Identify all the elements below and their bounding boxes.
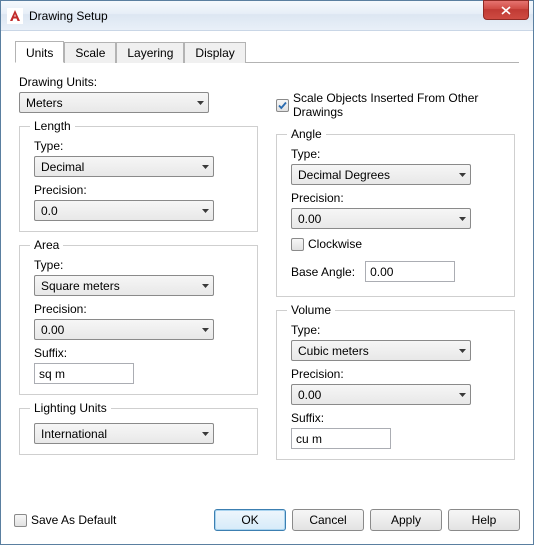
save-default-checkbox[interactable] bbox=[14, 514, 27, 527]
lighting-units-value: International bbox=[41, 427, 107, 441]
scale-insert-label: Scale Objects Inserted From Other Drawin… bbox=[293, 91, 515, 119]
volume-type-value: Cubic meters bbox=[298, 344, 369, 358]
titlebar: Drawing Setup bbox=[1, 1, 533, 31]
right-column: Scale Objects Inserted From Other Drawin… bbox=[276, 73, 515, 464]
area-type-select[interactable]: Square meters bbox=[34, 275, 214, 296]
clockwise-row: Clockwise bbox=[291, 237, 504, 251]
chevron-down-icon bbox=[201, 429, 210, 438]
area-precision-label: Precision: bbox=[34, 302, 247, 316]
angle-precision-select[interactable]: 0.00 bbox=[291, 208, 471, 229]
length-precision-value: 0.0 bbox=[41, 204, 58, 218]
chevron-down-icon bbox=[201, 162, 210, 171]
tabbar: Units Scale Layering Display bbox=[15, 41, 519, 63]
length-type-value: Decimal bbox=[41, 160, 84, 174]
apply-button[interactable]: Apply bbox=[370, 509, 442, 531]
clockwise-checkbox[interactable] bbox=[291, 238, 304, 251]
chevron-down-icon bbox=[196, 98, 205, 107]
length-type-select[interactable]: Decimal bbox=[34, 156, 214, 177]
area-suffix-value: sq m bbox=[39, 367, 65, 381]
drawing-units-value: Meters bbox=[26, 96, 63, 110]
scale-insert-row: Scale Objects Inserted From Other Drawin… bbox=[276, 91, 515, 119]
left-column: Drawing Units: Meters Length Type: Decim… bbox=[19, 73, 258, 464]
angle-precision-value: 0.00 bbox=[298, 212, 321, 226]
angle-precision-label: Precision: bbox=[291, 191, 504, 205]
angle-legend: Angle bbox=[287, 127, 326, 141]
lighting-units-select[interactable]: International bbox=[34, 423, 214, 444]
volume-precision-value: 0.00 bbox=[298, 388, 321, 402]
base-angle-label: Base Angle: bbox=[291, 265, 355, 279]
tab-scale[interactable]: Scale bbox=[64, 42, 116, 63]
area-precision-value: 0.00 bbox=[41, 323, 64, 337]
angle-type-value: Decimal Degrees bbox=[298, 168, 390, 182]
footer-buttons: OK Cancel Apply Help bbox=[214, 509, 520, 531]
base-angle-value: 0.00 bbox=[370, 265, 393, 279]
cancel-button[interactable]: Cancel bbox=[292, 509, 364, 531]
volume-suffix-input[interactable]: cu m bbox=[291, 428, 391, 449]
help-button[interactable]: Help bbox=[448, 509, 520, 531]
chevron-down-icon bbox=[201, 325, 210, 334]
volume-precision-select[interactable]: 0.00 bbox=[291, 384, 471, 405]
base-angle-row: Base Angle: 0.00 bbox=[291, 261, 504, 282]
area-legend: Area bbox=[30, 238, 63, 252]
length-group: Length Type: Decimal Precision: 0.0 bbox=[19, 119, 258, 232]
tab-layering[interactable]: Layering bbox=[116, 42, 184, 63]
dialog-footer: Save As Default OK Cancel Apply Help bbox=[0, 499, 534, 545]
clockwise-label: Clockwise bbox=[308, 237, 362, 251]
app-icon bbox=[7, 8, 23, 24]
chevron-down-icon bbox=[458, 170, 467, 179]
area-type-value: Square meters bbox=[41, 279, 120, 293]
volume-group: Volume Type: Cubic meters Precision: 0.0… bbox=[276, 303, 515, 460]
length-precision-select[interactable]: 0.0 bbox=[34, 200, 214, 221]
save-default-label: Save As Default bbox=[31, 513, 116, 527]
chevron-down-icon bbox=[201, 281, 210, 290]
lighting-legend: Lighting Units bbox=[30, 401, 111, 415]
tab-content: Drawing Units: Meters Length Type: Decim… bbox=[1, 63, 533, 464]
lighting-group: Lighting Units International bbox=[19, 401, 258, 455]
close-button[interactable] bbox=[483, 0, 529, 20]
area-suffix-label: Suffix: bbox=[34, 346, 247, 360]
drawing-units-label: Drawing Units: bbox=[19, 75, 258, 89]
tab-units[interactable]: Units bbox=[15, 41, 64, 63]
drawing-units-select[interactable]: Meters bbox=[19, 92, 209, 113]
chevron-down-icon bbox=[458, 390, 467, 399]
length-legend: Length bbox=[30, 119, 75, 133]
angle-type-select[interactable]: Decimal Degrees bbox=[291, 164, 471, 185]
area-precision-select[interactable]: 0.00 bbox=[34, 319, 214, 340]
chevron-down-icon bbox=[201, 206, 210, 215]
chevron-down-icon bbox=[458, 346, 467, 355]
base-angle-input[interactable]: 0.00 bbox=[365, 261, 455, 282]
area-suffix-input[interactable]: sq m bbox=[34, 363, 134, 384]
tab-display[interactable]: Display bbox=[184, 42, 245, 63]
volume-suffix-label: Suffix: bbox=[291, 411, 504, 425]
scale-insert-checkbox[interactable] bbox=[276, 99, 289, 112]
volume-legend: Volume bbox=[287, 303, 335, 317]
volume-type-select[interactable]: Cubic meters bbox=[291, 340, 471, 361]
angle-type-label: Type: bbox=[291, 147, 504, 161]
volume-suffix-value: cu m bbox=[296, 432, 322, 446]
angle-group: Angle Type: Decimal Degrees Precision: 0… bbox=[276, 127, 515, 297]
volume-type-label: Type: bbox=[291, 323, 504, 337]
area-group: Area Type: Square meters Precision: 0.00… bbox=[19, 238, 258, 395]
volume-precision-label: Precision: bbox=[291, 367, 504, 381]
area-type-label: Type: bbox=[34, 258, 247, 272]
length-precision-label: Precision: bbox=[34, 183, 247, 197]
ok-button[interactable]: OK bbox=[214, 509, 286, 531]
window-title: Drawing Setup bbox=[29, 9, 531, 23]
save-default-row: Save As Default bbox=[14, 513, 214, 527]
length-type-label: Type: bbox=[34, 139, 247, 153]
chevron-down-icon bbox=[458, 214, 467, 223]
